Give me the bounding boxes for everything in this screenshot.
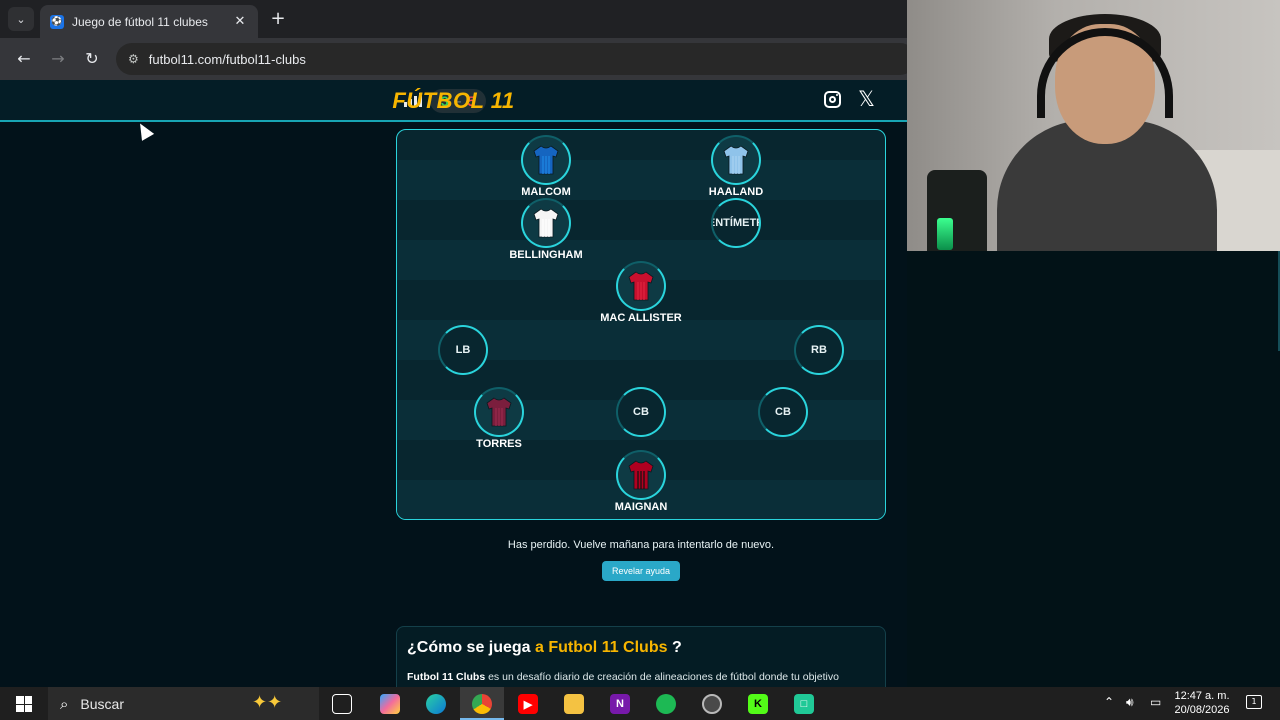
instagram-icon[interactable] (824, 91, 841, 108)
clock-date: 20/08/2026 (1174, 704, 1230, 716)
player-slot[interactable]: RB (759, 325, 879, 375)
reload-button[interactable]: ↻ (82, 49, 102, 69)
player-slot[interactable]: ENTÍMETR (676, 198, 796, 248)
player-name: HAALAND (708, 186, 764, 198)
player-avatar[interactable] (521, 135, 571, 185)
shirt-icon (486, 397, 512, 427)
player-name: MALCOM (521, 186, 571, 198)
forward-button[interactable]: → (48, 49, 68, 69)
shirt-icon (533, 145, 559, 175)
empty-slot[interactable]: LB (438, 325, 488, 375)
player-slot[interactable]: CB (723, 387, 843, 437)
how-text-bold: Futbol 11 Clubs (407, 671, 486, 683)
clock-time: 12:47 a. m. (1174, 690, 1230, 702)
player-slot[interactable]: LB (403, 325, 523, 375)
copilot-icon[interactable] (380, 694, 400, 714)
favicon-icon: ⚽ (50, 14, 64, 29)
empty-slot[interactable]: RB (794, 325, 844, 375)
how-to-play-title: ¿Cómo se juega a Futbol 11 Clubs ? (407, 639, 875, 657)
web-page: 3 – 5 FÚTBOL 11 𝕏 MALCOM HAALAND BELLINGHA… (0, 80, 907, 687)
kick-icon[interactable]: K (748, 694, 768, 714)
search-icon: ⌕ (60, 694, 69, 713)
empty-slot[interactable]: CB (758, 387, 808, 437)
player-avatar[interactable] (616, 450, 666, 500)
volume-icon[interactable]: 🔊︎ (1126, 695, 1134, 710)
how-to-play-section: ¿Cómo se juega a Futbol 11 Clubs ? Futbo… (396, 626, 886, 687)
file-explorer-icon[interactable] (564, 694, 584, 714)
browser-tab-bar: ⌄ ⚽ Juego de fútbol 11 clubes ✕ + (0, 0, 907, 38)
taskbar-clock[interactable]: 12:47 a. m. 20/08/2026 (1168, 689, 1236, 717)
site-logo[interactable]: FÚTBOL 11 (0, 88, 907, 114)
address-bar[interactable]: ⚙ futbol11.com/futbol11-clubs (116, 43, 916, 75)
onenote-icon[interactable]: N (610, 694, 630, 714)
network-icon[interactable]: ▭ (1150, 695, 1161, 709)
player-avatar[interactable] (474, 387, 524, 437)
shirt-icon (628, 460, 654, 490)
player-name: TORRES (476, 438, 522, 450)
how-to-play-text: Futbol 11 Clubs es un desafío diario de … (407, 671, 875, 683)
copilot-sparkle-icon[interactable]: ✦✦ (252, 692, 282, 713)
youtube-icon[interactable]: ▶ (518, 694, 538, 714)
new-tab-button[interactable]: + (268, 8, 288, 29)
how-title-prefix: ¿Cómo se juega (407, 639, 531, 656)
app-icon[interactable]: □ (794, 694, 814, 714)
how-text-rest: es un desafío diario de creación de alin… (488, 671, 839, 683)
tab-title: Juego de fútbol 11 clubes (72, 14, 208, 29)
player-name: MAIGNAN (614, 501, 668, 513)
how-title-suffix: ? (671, 639, 682, 656)
chrome-icon[interactable] (472, 694, 492, 714)
search-placeholder: Buscar (80, 695, 124, 712)
player-slot[interactable]: MALCOM (486, 135, 606, 198)
spotify-icon[interactable] (656, 694, 676, 714)
player-name: BELLINGHAM (509, 249, 583, 261)
webcam-overlay (907, 0, 1280, 251)
site-header: 3 – 5 FÚTBOL 11 𝕏 (0, 80, 907, 122)
chevron-up-icon[interactable]: ⌃ (1104, 695, 1114, 709)
x-twitter-icon[interactable]: 𝕏 (858, 88, 875, 110)
pitch: MALCOM HAALAND BELLINGHAM ENTÍMETR MAC ALLIS… (396, 129, 886, 520)
task-view-icon[interactable] (332, 694, 352, 714)
position-label: CB (775, 406, 791, 418)
empty-slot[interactable]: CB (616, 387, 666, 437)
player-slot[interactable]: CB (581, 387, 701, 437)
player-slot[interactable]: MAC ALLISTER (581, 261, 701, 324)
player-avatar[interactable] (521, 198, 571, 248)
taskbar: ⌕ Buscar ✦✦ ▶ N K □ ⌃ 🔊︎ ▭ 12:47 a. m. 2… (0, 687, 1280, 720)
site-info-icon[interactable]: ⚙ (128, 52, 139, 66)
notification-icon[interactable]: 1 (1246, 695, 1262, 709)
how-title-accent: a Futbol 11 Clubs (535, 639, 668, 656)
tab-search-button[interactable]: ⌄ (8, 7, 34, 31)
position-label: RB (811, 344, 827, 356)
player-avatar[interactable] (616, 261, 666, 311)
player-slot[interactable]: TORRES (439, 387, 559, 450)
player-avatar[interactable] (711, 135, 761, 185)
empty-slot[interactable]: ENTÍMETR (711, 198, 761, 248)
browser-toolbar: ← → ↻ ⚙ futbol11.com/futbol11-clubs (0, 38, 916, 80)
player-name: MAC ALLISTER (600, 312, 682, 324)
close-icon[interactable]: ✕ (232, 14, 248, 29)
edge-icon[interactable] (426, 694, 446, 714)
shirt-icon (628, 271, 654, 301)
right-margin (907, 251, 1280, 687)
xbox-icon[interactable] (702, 694, 722, 714)
result-message: Has perdido. Vuelve mañana para intentar… (507, 539, 775, 551)
browser-tab[interactable]: ⚽ Juego de fútbol 11 clubes ✕ (40, 5, 258, 38)
windows-start-icon[interactable] (16, 696, 32, 712)
position-label: LB (455, 344, 471, 356)
player-slot[interactable]: MAIGNAN (581, 450, 701, 513)
player-slot[interactable]: BELLINGHAM (486, 198, 606, 261)
back-button[interactable]: ← (14, 49, 34, 69)
player-slot[interactable]: HAALAND (676, 135, 796, 198)
overflow-player-name: ENTÍMETR (713, 217, 759, 229)
reveal-help-button[interactable]: Revelar ayuda (602, 561, 680, 581)
url-text: futbol11.com/futbol11-clubs (148, 51, 306, 67)
shirt-icon (723, 145, 749, 175)
position-label: CB (633, 406, 649, 418)
shirt-icon (533, 208, 559, 238)
